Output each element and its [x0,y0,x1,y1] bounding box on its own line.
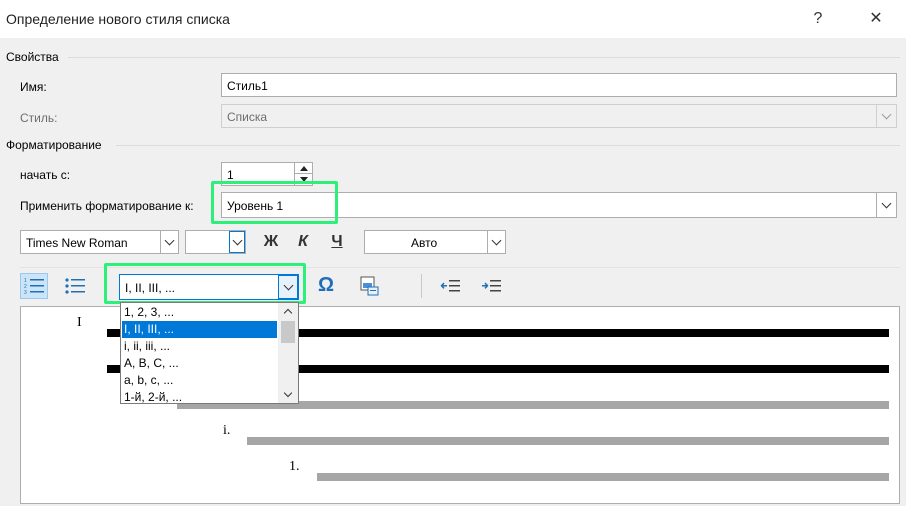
font-color-dropdown[interactable]: Авто [364,230,506,254]
start-at-label: начать с: [20,168,71,182]
style-dropdown-value: Списка [227,110,268,124]
bold-button[interactable]: Ж [257,229,285,255]
number-format-list[interactable]: 1, 2, 3, ... I, II, III, ... i, ii, iii,… [120,302,299,404]
name-input-value: Стиль1 [227,79,268,93]
start-at-value: 1 [227,168,234,182]
number-format-highlight [104,263,306,304]
svg-text:3: 3 [24,290,27,296]
list-item[interactable]: 1-й, 2-й, ... [122,389,277,403]
spin-up-icon[interactable] [295,163,312,174]
style-label: Стиль: [20,111,58,125]
name-label: Имя: [20,80,47,94]
formatting-group-label: Форматирование [6,138,102,152]
close-button[interactable]: ✕ [856,6,896,32]
list-item[interactable]: a, b, c, ... [122,372,277,389]
picture-bullet-icon[interactable] [355,273,383,299]
numbered-list-icon[interactable]: 1 2 3 [20,273,48,299]
list-item[interactable]: i, ii, iii, ... [122,338,277,355]
preview-level2-marker: i. [223,423,231,438]
chevron-down-icon [876,105,896,127]
title-bar: Определение нового стиля списка ? ✕ [0,0,906,38]
list-item-selected[interactable]: I, II, III, ... [122,321,277,338]
properties-group-label: Свойства [6,50,59,64]
properties-separator [68,57,900,58]
list-scrollbar[interactable] [278,303,298,403]
apply-formatting-label: Применить форматирование к: [20,199,194,213]
chevron-down-icon [876,193,896,217]
list-item[interactable]: 1, 2, 3, ... [122,304,277,321]
preview-level3-marker: 1. [289,459,300,474]
preview-line [247,437,889,445]
chevron-down-icon [487,231,505,253]
name-input[interactable]: Стиль1 [221,73,897,97]
chevron-down-icon [160,231,178,253]
help-button[interactable]: ? [798,6,838,32]
increase-indent-icon[interactable] [478,273,506,299]
scroll-up-icon[interactable] [278,303,298,319]
dialog-title: Определение нового стиля списка [6,11,230,27]
underline-button[interactable]: Ч [323,229,351,255]
font-name-value: Times New Roman [26,236,128,250]
scroll-thumb[interactable] [281,321,295,343]
font-color-value: Авто [411,236,438,250]
font-name-dropdown[interactable]: Times New Roman [20,230,179,254]
preview-level1-marker: I [77,315,82,330]
style-dropdown: Списка [221,104,897,128]
decrease-indent-icon[interactable] [437,273,465,299]
bulleted-list-icon[interactable] [61,273,89,299]
formatting-separator [116,145,900,146]
scroll-down-icon[interactable] [278,387,298,403]
toolbar-divider [421,274,422,298]
font-size-dropdown[interactable] [185,230,246,254]
italic-button[interactable]: К [289,229,317,255]
preview-line [317,473,889,481]
insert-symbol-button[interactable]: Ω [312,272,340,298]
apply-to-highlight [211,181,338,224]
chevron-down-icon [229,231,245,253]
list-item[interactable]: A, B, C, ... [122,355,277,372]
